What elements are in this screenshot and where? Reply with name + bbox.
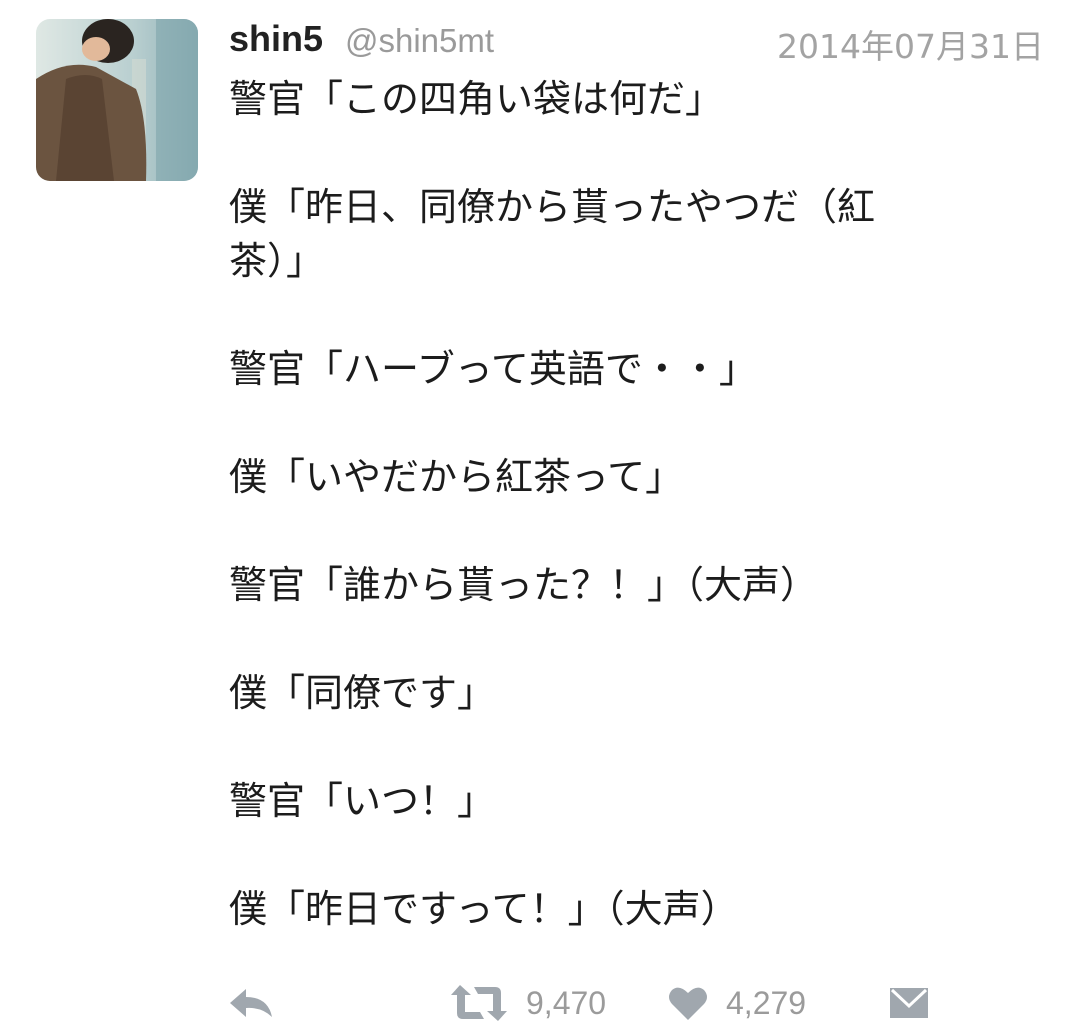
tweet-line: 警官「誰から貰った？！」（大声） [229, 563, 819, 607]
retweet-count: 9,470 [526, 984, 607, 1021]
retweet-icon [451, 985, 507, 1021]
avatar[interactable] [36, 19, 198, 181]
tweet-line: 僕「いやだから紅茶って」 [229, 455, 684, 499]
reply-icon [230, 989, 272, 1017]
user-handle[interactable]: @shin5mt [345, 22, 494, 60]
direct-message-button[interactable] [888, 975, 930, 1031]
heart-icon [669, 987, 707, 1020]
avatar-photo [36, 19, 198, 181]
tweet-line: 茶）」 [229, 239, 325, 283]
tweet-header: shin5 @shin5mt 2014年07月31日 [229, 14, 1044, 66]
tweet-line: 警官「この四角い袋は何だ」 [229, 77, 724, 121]
like-button[interactable]: 4,279 [668, 975, 806, 1031]
tweet-text: 警官「この四角い袋は何だ」 僕「昨日、同僚から貰ったやつだ（紅 茶）」 警官「ハ… [229, 72, 969, 936]
tweet-line: 警官「いつ！」 [229, 779, 496, 823]
timestamp[interactable]: 2014年07月31日 [777, 20, 1044, 68]
envelope-icon [890, 988, 928, 1018]
retweet-button[interactable]: 9,470 [450, 975, 606, 1031]
tweet-line: 僕「同僚です」 [229, 671, 496, 715]
tweet-line: 僕「昨日ですって！」（大声） [229, 887, 739, 931]
reply-button[interactable] [228, 975, 274, 1031]
tweet-actions: 9,470 4,279 [0, 975, 1080, 1031]
display-name[interactable]: shin5 [229, 18, 323, 60]
like-count: 4,279 [726, 984, 807, 1021]
tweet-line: 警官「ハーブって英語で・・」 [229, 347, 757, 391]
tweet-line: 僕「昨日、同僚から貰ったやつだ（紅 [229, 185, 876, 229]
